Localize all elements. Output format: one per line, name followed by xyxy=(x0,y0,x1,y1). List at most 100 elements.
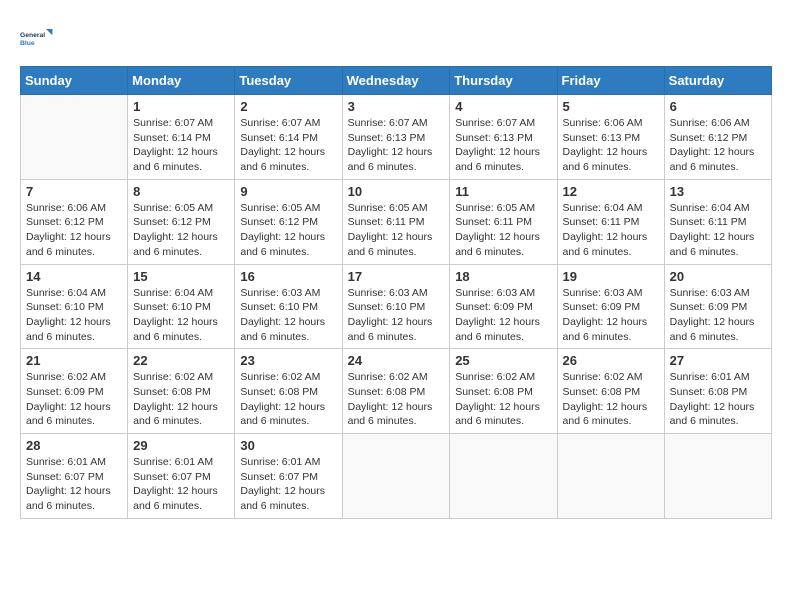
day-number: 24 xyxy=(348,353,445,368)
day-number: 20 xyxy=(670,269,766,284)
day-info: Sunrise: 6:07 AMSunset: 6:13 PMDaylight:… xyxy=(455,116,551,175)
day-number: 1 xyxy=(133,99,229,114)
day-number: 22 xyxy=(133,353,229,368)
calendar-cell: 5 Sunrise: 6:06 AMSunset: 6:13 PMDaylight… xyxy=(557,95,664,180)
calendar-cell: 2 Sunrise: 6:07 AMSunset: 6:14 PMDaylight… xyxy=(235,95,342,180)
page-header: GeneralBlue xyxy=(20,20,772,56)
calendar-cell: 20 Sunrise: 6:03 AMSunset: 6:09 PMDayligh… xyxy=(664,264,771,349)
col-header-saturday: Saturday xyxy=(664,67,771,95)
day-number: 23 xyxy=(240,353,336,368)
calendar-cell xyxy=(21,95,128,180)
calendar-cell: 1 Sunrise: 6:07 AMSunset: 6:14 PMDaylight… xyxy=(128,95,235,180)
calendar-cell: 19 Sunrise: 6:03 AMSunset: 6:09 PMDayligh… xyxy=(557,264,664,349)
svg-text:General: General xyxy=(20,32,45,39)
day-number: 11 xyxy=(455,184,551,199)
day-number: 28 xyxy=(26,438,122,453)
calendar-cell xyxy=(664,434,771,519)
day-number: 2 xyxy=(240,99,336,114)
day-info: Sunrise: 6:06 AMSunset: 6:13 PMDaylight:… xyxy=(563,116,659,175)
day-info: Sunrise: 6:04 AMSunset: 6:10 PMDaylight:… xyxy=(133,286,229,345)
calendar-cell: 12Sunrise: 6:04 AMSunset: 6:11 PMDayligh… xyxy=(557,179,664,264)
day-number: 26 xyxy=(563,353,659,368)
day-number: 5 xyxy=(563,99,659,114)
day-info: Sunrise: 6:04 AMSunset: 6:11 PMDaylight:… xyxy=(563,201,659,260)
calendar-cell: 6 Sunrise: 6:06 AMSunset: 6:12 PMDaylight… xyxy=(664,95,771,180)
calendar-cell: 17 Sunrise: 6:03 AMSunset: 6:10 PMDayligh… xyxy=(342,264,450,349)
day-info: Sunrise: 6:03 AMSunset: 6:09 PMDaylight:… xyxy=(563,286,659,345)
calendar-week-row: 21 Sunrise: 6:02 AMSunset: 6:09 PMDayligh… xyxy=(21,349,772,434)
calendar-cell: 27Sunrise: 6:01 AMSunset: 6:08 PMDayligh… xyxy=(664,349,771,434)
day-number: 17 xyxy=(348,269,445,284)
day-info: Sunrise: 6:05 AMSunset: 6:11 PMDaylight:… xyxy=(348,201,445,260)
calendar-cell: 30Sunrise: 6:01 AMSunset: 6:07 PMDayligh… xyxy=(235,434,342,519)
day-info: Sunrise: 6:02 AMSunset: 6:08 PMDaylight:… xyxy=(348,370,445,429)
day-info: Sunrise: 6:01 AMSunset: 6:07 PMDaylight:… xyxy=(26,455,122,514)
day-info: Sunrise: 6:03 AMSunset: 6:10 PMDaylight:… xyxy=(348,286,445,345)
calendar-cell xyxy=(450,434,557,519)
calendar-cell: 8 Sunrise: 6:05 AMSunset: 6:12 PMDaylight… xyxy=(128,179,235,264)
day-number: 6 xyxy=(670,99,766,114)
day-number: 15 xyxy=(133,269,229,284)
calendar-cell: 13 Sunrise: 6:04 AMSunset: 6:11 PMDayligh… xyxy=(664,179,771,264)
day-info: Sunrise: 6:07 AMSunset: 6:14 PMDaylight:… xyxy=(133,116,229,175)
day-number: 14 xyxy=(26,269,122,284)
day-number: 4 xyxy=(455,99,551,114)
calendar-cell: 25 Sunrise: 6:02 AMSunset: 6:08 PMDayligh… xyxy=(450,349,557,434)
day-number: 21 xyxy=(26,353,122,368)
day-number: 9 xyxy=(240,184,336,199)
day-info: Sunrise: 6:02 AMSunset: 6:08 PMDaylight:… xyxy=(455,370,551,429)
day-number: 25 xyxy=(455,353,551,368)
day-number: 19 xyxy=(563,269,659,284)
col-header-friday: Friday xyxy=(557,67,664,95)
calendar-cell: 10Sunrise: 6:05 AMSunset: 6:11 PMDayligh… xyxy=(342,179,450,264)
col-header-tuesday: Tuesday xyxy=(235,67,342,95)
day-info: Sunrise: 6:03 AMSunset: 6:09 PMDaylight:… xyxy=(670,286,766,345)
day-number: 16 xyxy=(240,269,336,284)
calendar-header-row: SundayMondayTuesdayWednesdayThursdayFrid… xyxy=(21,67,772,95)
day-number: 3 xyxy=(348,99,445,114)
calendar-cell: 11 Sunrise: 6:05 AMSunset: 6:11 PMDayligh… xyxy=(450,179,557,264)
day-number: 8 xyxy=(133,184,229,199)
calendar-week-row: 1 Sunrise: 6:07 AMSunset: 6:14 PMDaylight… xyxy=(21,95,772,180)
day-number: 18 xyxy=(455,269,551,284)
day-number: 29 xyxy=(133,438,229,453)
day-info: Sunrise: 6:02 AMSunset: 6:08 PMDaylight:… xyxy=(133,370,229,429)
day-info: Sunrise: 6:03 AMSunset: 6:10 PMDaylight:… xyxy=(240,286,336,345)
day-info: Sunrise: 6:05 AMSunset: 6:12 PMDaylight:… xyxy=(240,201,336,260)
calendar-cell: 15 Sunrise: 6:04 AMSunset: 6:10 PMDayligh… xyxy=(128,264,235,349)
calendar-table: SundayMondayTuesdayWednesdayThursdayFrid… xyxy=(20,66,772,519)
day-info: Sunrise: 6:02 AMSunset: 6:09 PMDaylight:… xyxy=(26,370,122,429)
calendar-cell: 23Sunrise: 6:02 AMSunset: 6:08 PMDayligh… xyxy=(235,349,342,434)
svg-text:Blue: Blue xyxy=(20,40,35,47)
day-info: Sunrise: 6:01 AMSunset: 6:07 PMDaylight:… xyxy=(240,455,336,514)
calendar-week-row: 14 Sunrise: 6:04 AMSunset: 6:10 PMDayligh… xyxy=(21,264,772,349)
logo-icon: GeneralBlue xyxy=(20,20,56,56)
day-number: 13 xyxy=(670,184,766,199)
calendar-cell: 4 Sunrise: 6:07 AMSunset: 6:13 PMDaylight… xyxy=(450,95,557,180)
col-header-thursday: Thursday xyxy=(450,67,557,95)
day-info: Sunrise: 6:04 AMSunset: 6:10 PMDaylight:… xyxy=(26,286,122,345)
day-info: Sunrise: 6:07 AMSunset: 6:14 PMDaylight:… xyxy=(240,116,336,175)
calendar-week-row: 28 Sunrise: 6:01 AMSunset: 6:07 PMDayligh… xyxy=(21,434,772,519)
day-info: Sunrise: 6:06 AMSunset: 6:12 PMDaylight:… xyxy=(26,201,122,260)
logo: GeneralBlue xyxy=(20,20,56,56)
calendar-cell: 9 Sunrise: 6:05 AMSunset: 6:12 PMDaylight… xyxy=(235,179,342,264)
calendar-cell: 16 Sunrise: 6:03 AMSunset: 6:10 PMDayligh… xyxy=(235,264,342,349)
day-info: Sunrise: 6:04 AMSunset: 6:11 PMDaylight:… xyxy=(670,201,766,260)
calendar-cell: 7 Sunrise: 6:06 AMSunset: 6:12 PMDaylight… xyxy=(21,179,128,264)
day-number: 7 xyxy=(26,184,122,199)
day-info: Sunrise: 6:05 AMSunset: 6:11 PMDaylight:… xyxy=(455,201,551,260)
calendar-cell: 29 Sunrise: 6:01 AMSunset: 6:07 PMDayligh… xyxy=(128,434,235,519)
day-info: Sunrise: 6:02 AMSunset: 6:08 PMDaylight:… xyxy=(563,370,659,429)
day-info: Sunrise: 6:01 AMSunset: 6:07 PMDaylight:… xyxy=(133,455,229,514)
calendar-cell: 26 Sunrise: 6:02 AMSunset: 6:08 PMDayligh… xyxy=(557,349,664,434)
calendar-week-row: 7 Sunrise: 6:06 AMSunset: 6:12 PMDaylight… xyxy=(21,179,772,264)
col-header-monday: Monday xyxy=(128,67,235,95)
day-info: Sunrise: 6:05 AMSunset: 6:12 PMDaylight:… xyxy=(133,201,229,260)
day-info: Sunrise: 6:03 AMSunset: 6:09 PMDaylight:… xyxy=(455,286,551,345)
calendar-cell xyxy=(342,434,450,519)
calendar-cell: 24 Sunrise: 6:02 AMSunset: 6:08 PMDayligh… xyxy=(342,349,450,434)
calendar-cell: 18 Sunrise: 6:03 AMSunset: 6:09 PMDayligh… xyxy=(450,264,557,349)
day-info: Sunrise: 6:06 AMSunset: 6:12 PMDaylight:… xyxy=(670,116,766,175)
col-header-wednesday: Wednesday xyxy=(342,67,450,95)
